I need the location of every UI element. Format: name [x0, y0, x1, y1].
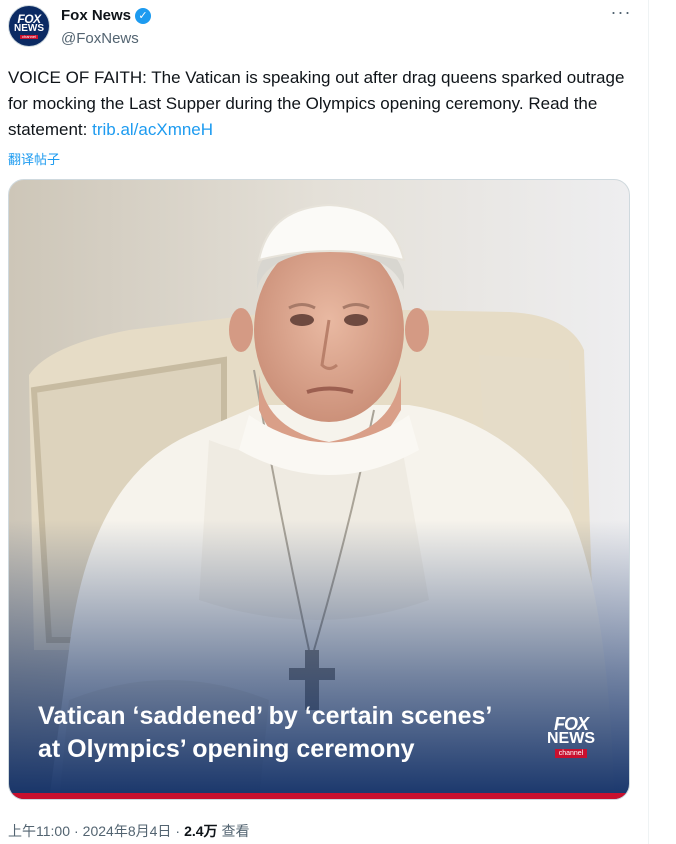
translate-post-link[interactable]: 翻译帖子	[8, 149, 60, 168]
media-headline: Vatican ‘saddened’ by ‘certain scenes’ a…	[38, 700, 538, 766]
tweet-time[interactable]: 上午11:00	[8, 821, 70, 841]
meta-separator: ·	[74, 823, 79, 839]
author-name-row[interactable]: Fox News ✓	[61, 7, 152, 24]
media-headline-line2: at Olympics’ opening ceremony	[38, 735, 415, 763]
tweet-media-image[interactable]: Vatican ‘saddened’ by ‘certain scenes’ a…	[8, 179, 630, 800]
tweet-text: VOICE OF FAITH: The Vatican is speaking …	[8, 65, 628, 143]
media-red-stripe	[9, 793, 629, 799]
meta-separator: ·	[175, 823, 181, 839]
tweet-card[interactable]: FOX NEWS channel Fox News ✓ @FoxNews ···…	[0, 0, 676, 844]
column-divider	[648, 0, 649, 844]
media-headline-line1: Vatican ‘saddened’ by ‘certain scenes’	[38, 702, 493, 730]
badge-channel-text: channel	[554, 748, 588, 758]
logo-channel-text: channel	[19, 34, 38, 39]
tweet-meta: 上午11:00 · 2024年8月4日 · 2.4万 查看	[8, 821, 250, 841]
badge-news-text: NEWS	[547, 729, 595, 747]
tweet-date[interactable]: 2024年8月4日	[83, 821, 172, 841]
view-count[interactable]: 2.4万	[184, 821, 217, 841]
author-handle[interactable]: @FoxNews	[61, 30, 139, 47]
fox-news-logo: FOX NEWS channel	[14, 13, 44, 39]
logo-news-text: NEWS	[14, 23, 44, 34]
author-display-name[interactable]: Fox News	[61, 7, 131, 24]
view-count-label: 查看	[221, 823, 250, 839]
tweet-link[interactable]: trib.al/acXmneH	[92, 120, 213, 139]
avatar[interactable]: FOX NEWS channel	[8, 5, 50, 47]
fox-news-badge: FOX NEWS channel	[542, 707, 600, 765]
verified-badge-icon[interactable]: ✓	[135, 7, 152, 24]
more-horizontal-icon[interactable]: ···	[608, 3, 634, 26]
